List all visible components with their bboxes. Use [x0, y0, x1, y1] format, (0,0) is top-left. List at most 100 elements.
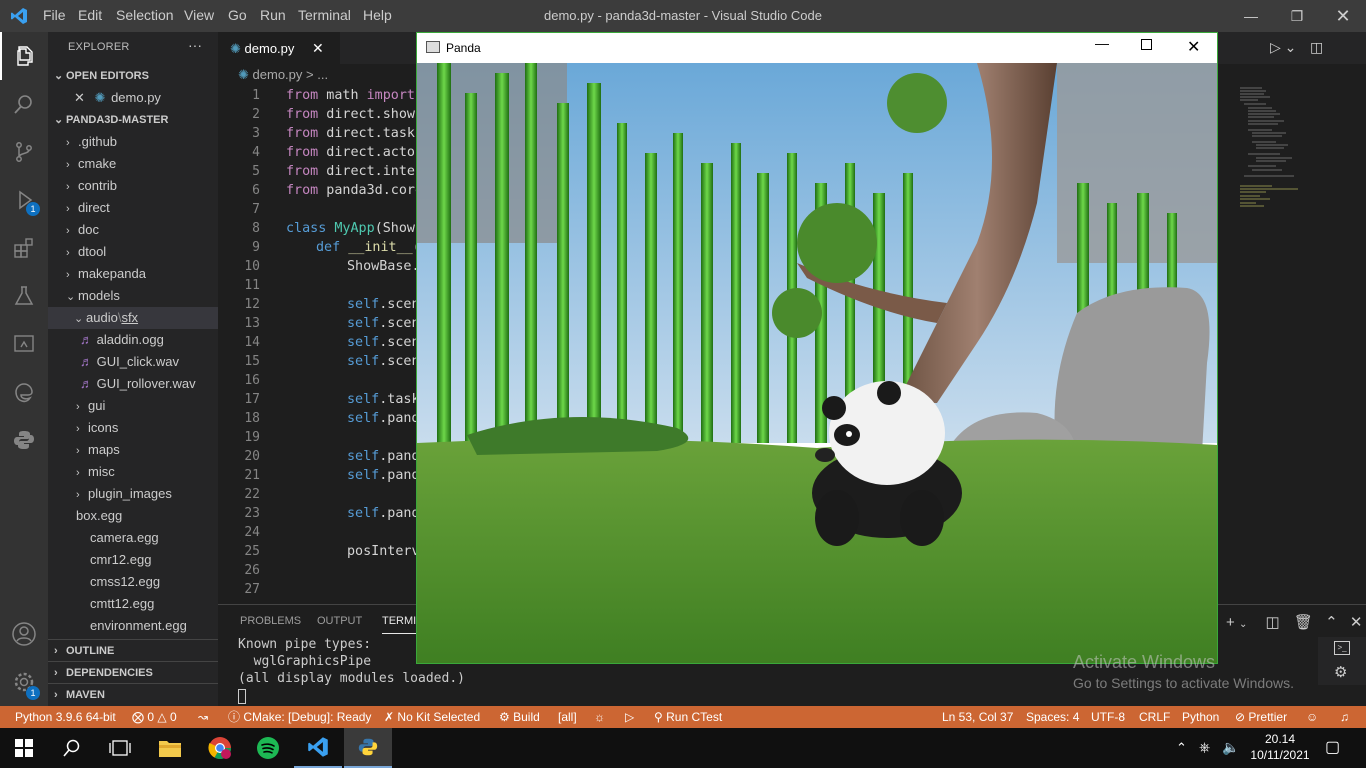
- kit-selector[interactable]: ✗ No Kit Selected: [384, 706, 480, 728]
- dependencies-section[interactable]: › DEPENDENCIES: [48, 661, 218, 683]
- tree-folder[interactable]: › makepanda: [48, 263, 218, 285]
- notifications-bell-icon[interactable]: ♫: [1340, 706, 1349, 728]
- menu-edit[interactable]: Edit: [78, 0, 102, 32]
- minimap[interactable]: [1236, 86, 1306, 216]
- panda-minimize-button[interactable]: —: [1095, 35, 1109, 51]
- tab-problems[interactable]: PROBLEMS: [240, 615, 301, 627]
- panda-maximize-button[interactable]: [1141, 39, 1152, 50]
- terminal-shell-icon[interactable]: >_: [1334, 641, 1350, 655]
- edge-devtools-icon[interactable]: [0, 368, 48, 416]
- taskbar-search-icon[interactable]: [48, 728, 96, 768]
- tree-folder-audio-sfx[interactable]: ⌄ audio\sfx: [48, 307, 218, 329]
- encoding[interactable]: UTF-8: [1091, 706, 1125, 728]
- tree-folder[interactable]: › dtool: [48, 241, 218, 263]
- tree-folder[interactable]: › doc: [48, 219, 218, 241]
- debug-console-icon[interactable]: ⚙: [1334, 663, 1347, 681]
- run-file-icon[interactable]: ▷ ⌄: [1270, 39, 1296, 56]
- open-editor-item[interactable]: ✕ ✺ demo.py: [48, 87, 218, 109]
- tab-output[interactable]: OUTPUT: [317, 615, 362, 627]
- task-view-icon[interactable]: [96, 728, 144, 768]
- project-section[interactable]: ⌄ PANDA3D-MASTER: [48, 109, 218, 131]
- tree-audio-file[interactable]: ♬ GUI_rollover.wav: [48, 373, 218, 395]
- tree-file[interactable]: cmr12.egg: [48, 549, 218, 571]
- file-explorer-icon[interactable]: [146, 728, 194, 768]
- tab-demo-py[interactable]: ✺ demo.py ✕: [218, 32, 340, 64]
- close-tab-icon[interactable]: ✕: [312, 40, 324, 56]
- close-editor-icon[interactable]: ✕: [74, 90, 85, 105]
- panda-close-button[interactable]: ✕: [1187, 37, 1200, 57]
- remote-explorer-icon[interactable]: [0, 320, 48, 368]
- tree-folder[interactable]: › maps: [48, 439, 218, 461]
- accounts-icon[interactable]: [0, 610, 48, 658]
- cmake-status[interactable]: ⓘ CMake: [Debug]: Ready: [228, 706, 371, 728]
- menu-run[interactable]: Run: [260, 0, 286, 32]
- tree-folder[interactable]: › gui: [48, 395, 218, 417]
- tree-folder[interactable]: › direct: [48, 197, 218, 219]
- close-panel-icon[interactable]: ✕: [1350, 614, 1363, 631]
- tree-audio-file[interactable]: ♬ aladdin.ogg: [48, 329, 218, 351]
- search-icon[interactable]: [0, 80, 48, 128]
- debug-bug-icon[interactable]: ☼: [594, 706, 605, 728]
- tree-folder-models[interactable]: ⌄ models: [48, 285, 218, 307]
- cursor-position[interactable]: Ln 53, Col 37: [942, 706, 1013, 728]
- menu-help[interactable]: Help: [363, 0, 392, 32]
- volume-icon[interactable]: 🔈: [1222, 739, 1239, 756]
- feedback-icon[interactable]: ☺: [1306, 706, 1318, 728]
- source-control-icon[interactable]: [0, 128, 48, 176]
- minimize-button[interactable]: —: [1228, 0, 1274, 32]
- tree-file[interactable]: box.egg: [48, 505, 218, 527]
- explorer-more-button[interactable]: ···: [188, 37, 202, 53]
- testing-flask-icon[interactable]: [0, 272, 48, 320]
- python-taskbar-icon[interactable]: [344, 728, 392, 768]
- tree-file[interactable]: cmss12.egg: [48, 571, 218, 593]
- trash-icon[interactable]: 🗑: [1294, 614, 1313, 631]
- open-editors-section[interactable]: ⌄ OPEN EDITORS: [48, 65, 218, 87]
- launch-icon[interactable]: ▷: [625, 706, 634, 728]
- sync-icon[interactable]: ↝: [198, 706, 208, 728]
- show-hidden-icons[interactable]: ⌃: [1176, 740, 1187, 756]
- tree-folder[interactable]: › cmake: [48, 153, 218, 175]
- tree-file[interactable]: cmtt12.egg: [48, 593, 218, 615]
- close-window-button[interactable]: ✕: [1320, 0, 1366, 32]
- indentation[interactable]: Spaces: 4: [1026, 706, 1079, 728]
- tree-folder[interactable]: › .github: [48, 131, 218, 153]
- python-icon[interactable]: [0, 416, 48, 464]
- tree-folder[interactable]: › contrib: [48, 175, 218, 197]
- chrome-icon[interactable]: [196, 728, 244, 768]
- extensions-icon[interactable]: [0, 224, 48, 272]
- menu-go[interactable]: Go: [228, 0, 247, 32]
- language-mode[interactable]: Python: [1182, 706, 1219, 728]
- tree-folder[interactable]: › plugin_images: [48, 483, 218, 505]
- new-terminal-icon[interactable]: +: [1226, 614, 1235, 631]
- settings-gear-icon[interactable]: 1: [0, 658, 48, 706]
- action-center-icon[interactable]: ▢: [1325, 737, 1340, 757]
- menu-view[interactable]: View: [184, 0, 214, 32]
- tree-file[interactable]: environment.egg: [48, 615, 218, 637]
- terminal-dropdown-icon[interactable]: ⌄: [1239, 619, 1247, 630]
- python-interpreter[interactable]: Python 3.9.6 64-bit: [15, 706, 116, 728]
- run-debug-icon[interactable]: 1: [0, 176, 48, 224]
- menu-selection[interactable]: Selection: [116, 0, 174, 32]
- menu-file[interactable]: File: [43, 0, 66, 32]
- windows-start-icon[interactable]: [0, 728, 48, 768]
- restore-button[interactable]: ❐: [1274, 0, 1320, 32]
- vscode-taskbar-icon[interactable]: [294, 728, 342, 768]
- maven-section[interactable]: › MAVEN: [48, 683, 218, 705]
- explorer-icon[interactable]: [0, 32, 48, 80]
- split-editor-icon[interactable]: ◫: [1310, 39, 1323, 56]
- tree-audio-file[interactable]: ♬ GUI_click.wav: [48, 351, 218, 373]
- build-target[interactable]: [all]: [558, 706, 577, 728]
- problems-indicator[interactable]: ⨂ 0 △ 0: [132, 706, 177, 728]
- tree-folder[interactable]: › icons: [48, 417, 218, 439]
- prettier-status[interactable]: ⊘ Prettier: [1235, 706, 1287, 728]
- ctest-button[interactable]: ⚲ Run CTest: [654, 706, 722, 728]
- outline-section[interactable]: › OUTLINE: [48, 639, 218, 661]
- build-button[interactable]: ⚙ Build: [499, 706, 540, 728]
- clock[interactable]: 20.14 10/11/2021: [1250, 731, 1310, 763]
- maximize-panel-icon[interactable]: ⌃: [1325, 614, 1338, 631]
- tree-file[interactable]: camera.egg: [48, 527, 218, 549]
- menu-terminal[interactable]: Terminal: [298, 0, 351, 32]
- tree-folder[interactable]: › misc: [48, 461, 218, 483]
- panda3d-viewport[interactable]: [417, 63, 1217, 663]
- spotify-icon[interactable]: [244, 728, 292, 768]
